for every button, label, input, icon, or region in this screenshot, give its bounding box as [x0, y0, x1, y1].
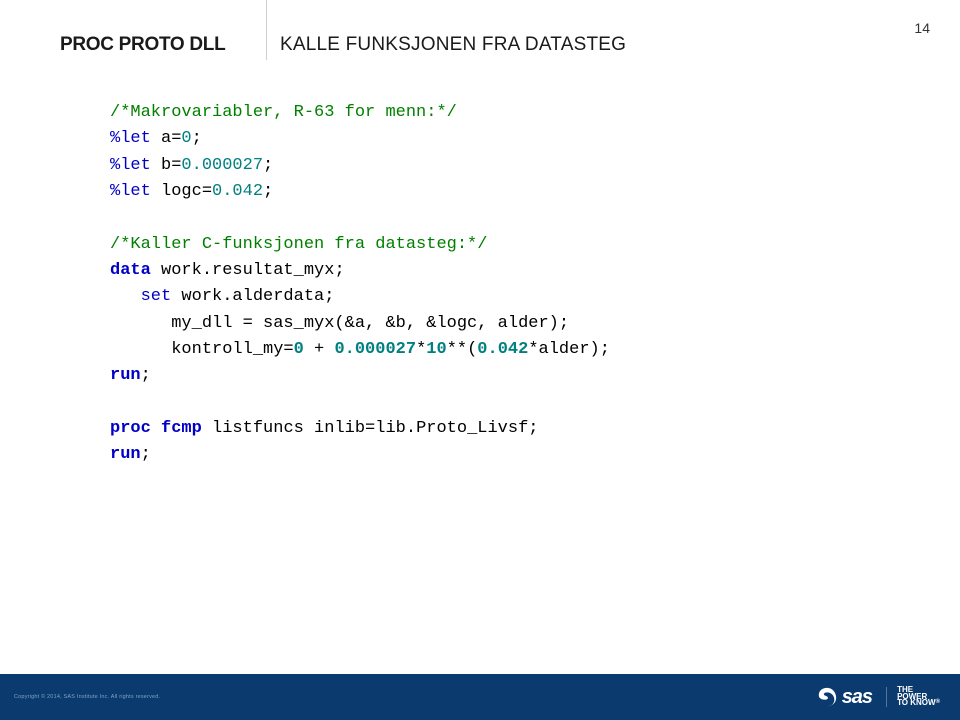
code-kw: set — [141, 287, 172, 306]
code-text: ; — [263, 182, 273, 201]
code-comment: /*Kaller C-funksjonen fra datasteg:*/ — [110, 235, 487, 254]
code-kw: %let — [110, 182, 151, 201]
code-kw: run — [110, 445, 141, 464]
code-text: kontroll_my= — [110, 340, 294, 359]
code-num: 0 — [294, 340, 304, 359]
code-comment: /*Makrovariabler, R-63 for menn:*/ — [110, 103, 457, 122]
code-text: ; — [192, 129, 202, 148]
code-text: my_dll = sas_myx(&a, &b, &logc, alder); — [110, 314, 569, 333]
code-kw: %let — [110, 156, 151, 175]
code-num: 0.000027 — [181, 156, 263, 175]
code-text: * — [416, 340, 426, 359]
code-kw: fcmp — [161, 419, 202, 438]
tagline: THE POWER TO KNOW® — [886, 687, 940, 707]
slide-header: PROC PROTO DLL KALLE FUNKSJONEN FRA DATA… — [60, 34, 930, 56]
sas-swirl-icon — [816, 686, 838, 708]
copyright-text: Copyright © 2014, SAS Institute Inc. All… — [14, 694, 160, 700]
tagline-line3: TO KNOW® — [897, 700, 940, 707]
code-text: ; — [263, 156, 273, 175]
footer-right: sas THE POWER TO KNOW® — [816, 686, 940, 709]
code-text: listfuncs inlib=lib.Proto_Livsf; — [202, 419, 539, 438]
footer-bar: Copyright © 2014, SAS Institute Inc. All… — [0, 674, 960, 720]
code-num: 0 — [181, 129, 191, 148]
code-num: 0.042 — [212, 182, 263, 201]
code-text — [151, 419, 161, 438]
code-text: ; — [141, 366, 151, 385]
code-block: /*Makrovariabler, R-63 for menn:*/ %let … — [110, 100, 610, 469]
code-num: 0.042 — [477, 340, 528, 359]
code-text: logc= — [151, 182, 212, 201]
code-text: b= — [151, 156, 182, 175]
header-left: PROC PROTO DLL — [60, 34, 280, 56]
sas-logo: sas — [816, 686, 872, 709]
code-text: a= — [151, 129, 182, 148]
code-text: work.alderdata; — [171, 287, 334, 306]
code-text: **( — [447, 340, 478, 359]
header-right: KALLE FUNKSJONEN FRA DATASTEG — [280, 34, 626, 56]
code-text: work.resultat_myx; — [151, 261, 345, 280]
code-num: 0.000027 — [334, 340, 416, 359]
code-kw: data — [110, 261, 151, 280]
sas-logo-text: sas — [842, 686, 872, 709]
code-kw: proc — [110, 419, 151, 438]
code-kw: %let — [110, 129, 151, 148]
code-text: ; — [141, 445, 151, 464]
code-kw: run — [110, 366, 141, 385]
code-text: *alder); — [528, 340, 610, 359]
code-num: 10 — [426, 340, 446, 359]
code-text: + — [304, 340, 335, 359]
